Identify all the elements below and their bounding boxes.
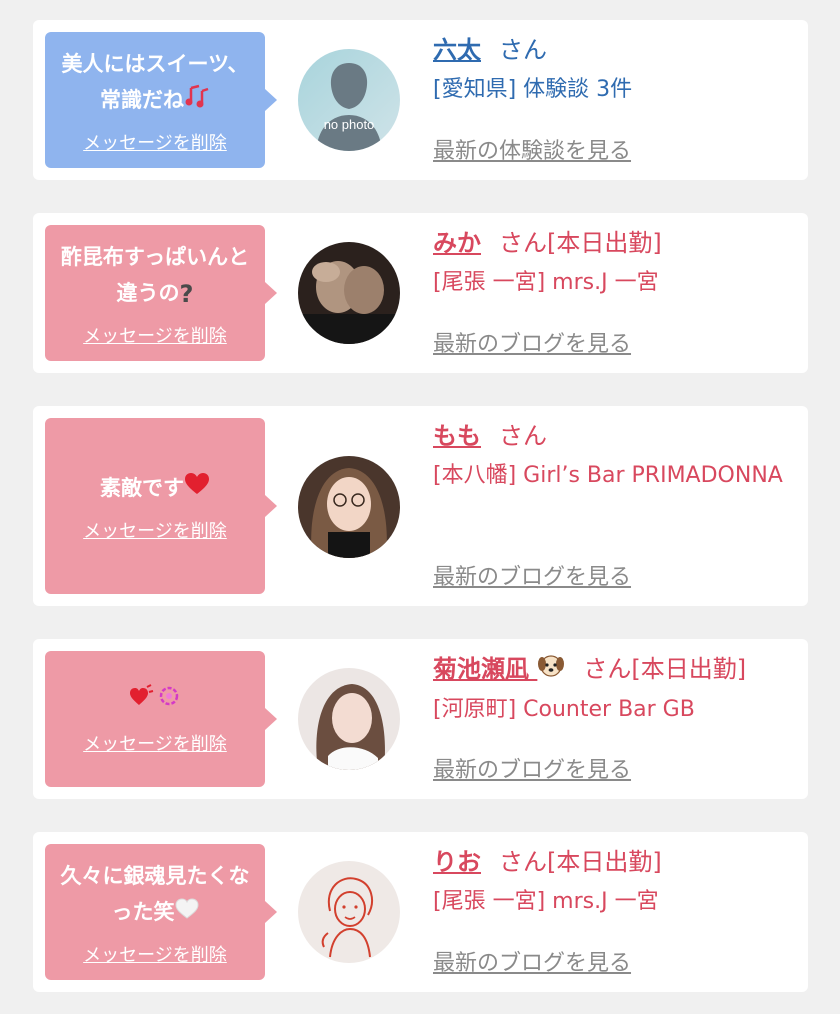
message-card: 久々に銀魂見たくなった笑 メッセージを削除 りお さん[本日出勤] [尾張 一宮]… (33, 832, 808, 992)
sender-name-link[interactable]: 菊池瀬凪 (433, 655, 565, 683)
sender-location: [尾張 一宮] mrs.J 一宮 (433, 889, 659, 914)
message-text: 酢昆布すっぱいんと違うの? (45, 239, 265, 312)
message-card: 酢昆布すっぱいんと違うの? メッセージを削除 みか さん[本日出勤] [尾張 一宮… (33, 213, 808, 373)
sender-location: [尾張 一宮] mrs.J 一宮 (433, 270, 659, 295)
avatar[interactable] (298, 242, 400, 344)
message-text (117, 682, 193, 720)
sender-name-link[interactable]: 六太 (433, 36, 481, 64)
music-notes-icon (184, 83, 210, 119)
svg-text:no photo: no photo (324, 117, 375, 132)
view-latest-link[interactable]: 最新のブログを見る (433, 559, 631, 591)
message-bubble: メッセージを削除 (45, 651, 277, 787)
white-heart-icon (174, 895, 199, 931)
sender-name-link[interactable]: もも (433, 422, 481, 450)
sender-name-link[interactable]: りお (433, 848, 481, 876)
message-bubble: 酢昆布すっぱいんと違うの? メッセージを削除 (45, 225, 277, 361)
message-bubble: 美人にはスイーツ、常識だね メッセージを削除 (45, 32, 277, 168)
message-card: メッセージを削除 菊池瀬凪 さん[本日出勤] [河原町] Counter Bar… (33, 639, 808, 799)
question-mark-icon: ? (179, 279, 194, 308)
message-bubble: 素敵です メッセージを削除 (45, 418, 277, 594)
delete-message-button[interactable]: メッセージを削除 (83, 517, 227, 543)
message-text: 久々に銀魂見たくなった笑 (45, 858, 265, 931)
name-suffix: さん[本日出勤] (499, 848, 662, 876)
message-card: 素敵です メッセージを削除 もも さん [本八幡] Girl’s Bar PRIM… (33, 406, 808, 606)
name-suffix: さん[本日出勤] (583, 655, 747, 683)
name-suffix: さん (499, 422, 547, 450)
avatar[interactable] (298, 456, 400, 558)
avatar[interactable] (298, 668, 400, 770)
delete-message-button[interactable]: メッセージを削除 (83, 129, 227, 155)
red-heart-icon (184, 471, 210, 507)
sender-location: [本八幡] Girl’s Bar PRIMADONNA (433, 463, 783, 488)
message-text: 美人にはスイーツ、常識だね (45, 46, 265, 119)
avatar[interactable]: no photo (298, 49, 400, 151)
sender-location: [愛知県] 体験談 3件 (433, 77, 633, 102)
message-text: 素敵です (90, 470, 220, 507)
delete-message-button[interactable]: メッセージを削除 (83, 941, 227, 967)
heart-sparkle-icon (127, 683, 183, 720)
name-suffix: さん[本日出勤] (499, 229, 662, 257)
view-latest-link[interactable]: 最新の体験談を見る (433, 133, 631, 165)
name-suffix: さん (499, 36, 547, 64)
avatar[interactable] (298, 861, 400, 963)
delete-message-button[interactable]: メッセージを削除 (83, 730, 227, 756)
message-bubble: 久々に銀魂見たくなった笑 メッセージを削除 (45, 844, 277, 980)
view-latest-link[interactable]: 最新のブログを見る (433, 326, 631, 358)
dog-face-icon (537, 650, 565, 690)
view-latest-link[interactable]: 最新のブログを見る (433, 945, 631, 977)
view-latest-link[interactable]: 最新のブログを見る (433, 752, 631, 784)
message-list: 美人にはスイーツ、常識だね メッセージを削除 no photo 六太 さん [愛知… (0, 0, 840, 1014)
delete-message-button[interactable]: メッセージを削除 (83, 322, 227, 348)
sender-location: [河原町] Counter Bar GB (433, 697, 695, 722)
message-card: 美人にはスイーツ、常識だね メッセージを削除 no photo 六太 さん [愛知… (33, 20, 808, 180)
sender-name-link[interactable]: みか (433, 229, 481, 257)
